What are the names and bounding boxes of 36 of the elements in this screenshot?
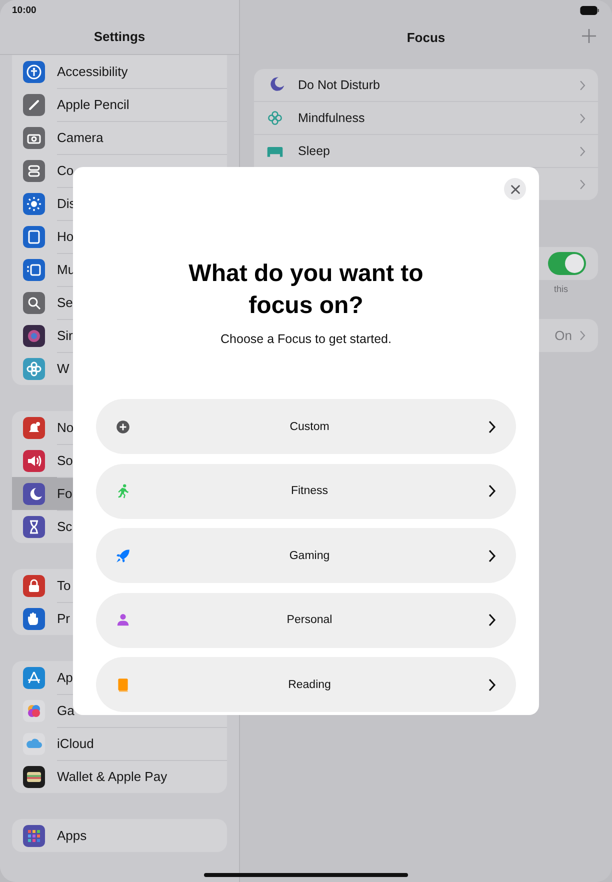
sidebar-item[interactable]: iCloud	[12, 727, 227, 760]
page-title: Focus	[406, 30, 446, 45]
toggle-switch[interactable]	[548, 252, 586, 275]
dialog-subtitle: Choose a Focus to get started.	[220, 332, 392, 346]
battery-icon	[580, 6, 600, 14]
sidebar-item[interactable]: Wallet & Apple Pay	[12, 760, 227, 793]
focus-option[interactable]: Custom	[96, 399, 516, 454]
sidebar-item[interactable]: W	[12, 352, 227, 385]
focus-option[interactable]: Reading	[96, 657, 516, 712]
sidebar-item[interactable]: Apple Pencil	[12, 88, 227, 121]
chevron-icon	[579, 112, 586, 124]
focus-option[interactable]: Gaming	[96, 528, 516, 583]
footnote-text: this	[554, 284, 568, 294]
focus-row[interactable]: Mindfulness	[254, 102, 598, 135]
close-button[interactable]	[504, 178, 526, 200]
sidebar-item[interactable]: Camera	[12, 121, 227, 154]
chevron-icon	[488, 484, 496, 498]
chevron-icon	[579, 330, 586, 341]
close-icon	[510, 184, 520, 194]
add-icon[interactable]	[581, 28, 597, 44]
status-value: On	[554, 328, 572, 343]
focus-row[interactable]: Do Not Disturb	[254, 69, 598, 102]
chevron-icon	[488, 613, 496, 627]
chevron-icon	[488, 548, 496, 562]
chevron-icon	[579, 178, 586, 190]
sidebar-item[interactable]: Apps	[12, 819, 227, 852]
chevron-icon	[579, 80, 586, 90]
focus-option[interactable]: Personal	[96, 592, 516, 648]
focus-option[interactable]: Fitness	[96, 464, 516, 518]
chevron-icon	[579, 146, 586, 156]
sidebar-title: Settings	[94, 29, 146, 44]
sidebar-item[interactable]: Accessibility	[12, 55, 227, 88]
status-time: 10:00	[12, 4, 36, 16]
chevron-icon	[488, 420, 496, 434]
dialog-title: What do you want to focus on?	[188, 259, 424, 321]
chevron-icon	[488, 678, 496, 692]
